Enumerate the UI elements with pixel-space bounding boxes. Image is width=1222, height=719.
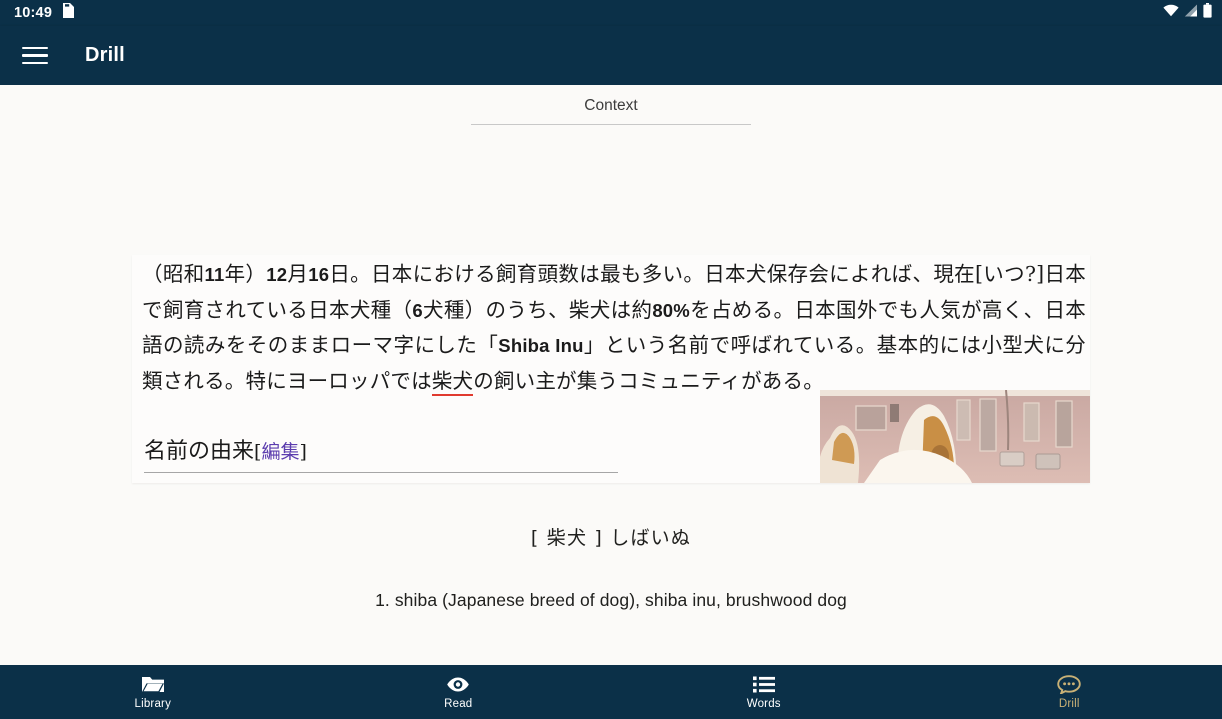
page-title: Drill — [85, 44, 125, 66]
paragraph-text: 犬種）のうち、柴犬は約 — [422, 297, 653, 322]
hamburger-menu-icon[interactable] — [22, 43, 48, 69]
paragraph-text: 月 — [287, 262, 309, 286]
folder-icon — [141, 676, 164, 692]
battery-icon — [1203, 3, 1212, 23]
context-section-heading: 名前の由来[編集] — [144, 433, 618, 473]
main-content: Context （昭和11年）12月16日。日本における飼育頭数は最も多い。日本… — [0, 85, 1222, 665]
tab-bar: Context — [0, 85, 1222, 125]
romaji-term: Shiba Inu — [498, 335, 584, 356]
signal-icon — [1184, 4, 1198, 22]
bracket-close: ] — [299, 441, 307, 463]
hamburger-line — [22, 54, 48, 57]
section-heading-text: 名前の由来 — [144, 439, 255, 464]
status-bar-right — [1163, 3, 1212, 23]
nav-item-drill[interactable]: Drill — [917, 665, 1222, 719]
nav-label-words: Words — [746, 697, 781, 710]
paragraph-text: 年） — [224, 262, 267, 286]
app-screen: 10:49 Drill Context （昭和11年）12月16日。日本における… — [0, 0, 1222, 719]
wifi-icon — [1163, 4, 1179, 22]
paragraph-text: （昭和 — [142, 262, 205, 286]
nav-item-library[interactable]: Library — [0, 665, 306, 719]
eye-icon — [447, 677, 470, 691]
paragraph-number: 12 — [266, 264, 288, 285]
nav-label-read: Read — [444, 697, 473, 710]
status-bar: 10:49 — [0, 0, 1222, 26]
context-paragraph: （昭和11年）12月16日。日本における飼育頭数は最も多い。日本犬保存会によれば… — [132, 255, 1090, 398]
paragraph-number: 6 — [412, 299, 423, 321]
definition-line: 1. shiba (Japanese breed of dog), shiba … — [375, 590, 847, 610]
hamburger-line — [22, 61, 48, 65]
list-icon — [752, 676, 775, 692]
hamburger-line — [22, 46, 48, 50]
context-card[interactable]: （昭和11年）12月16日。日本における飼育頭数は最も多い。日本犬保存会によれば… — [132, 255, 1090, 483]
paragraph-number: 80% — [652, 299, 690, 321]
status-bar-left: 10:49 — [14, 3, 75, 23]
tab-context[interactable]: Context — [471, 92, 751, 125]
paragraph-text: の飼い主が集うコミュニティがある。 — [473, 368, 824, 393]
chat-bubble-icon — [1057, 674, 1082, 694]
paragraph-number: 16 — [308, 264, 330, 285]
nav-item-read[interactable]: Read — [306, 665, 612, 719]
paragraph-number: 11 — [204, 264, 225, 285]
app-bar: Drill — [0, 26, 1222, 85]
bottom-navigation: Library Read Words Drill — [0, 665, 1222, 719]
edit-link[interactable]: 編集 — [261, 441, 299, 463]
nav-label-drill: Drill — [1058, 697, 1080, 710]
headword: [ 柴犬 ] しばいぬ — [530, 527, 692, 549]
status-clock: 10:49 — [14, 5, 53, 21]
shiba-inu-photo — [820, 390, 1090, 483]
nav-item-words[interactable]: Words — [611, 665, 917, 719]
highlighted-term[interactable]: 柴犬 — [431, 368, 474, 396]
sim-card-icon — [62, 3, 75, 23]
nav-label-library: Library — [134, 697, 172, 710]
